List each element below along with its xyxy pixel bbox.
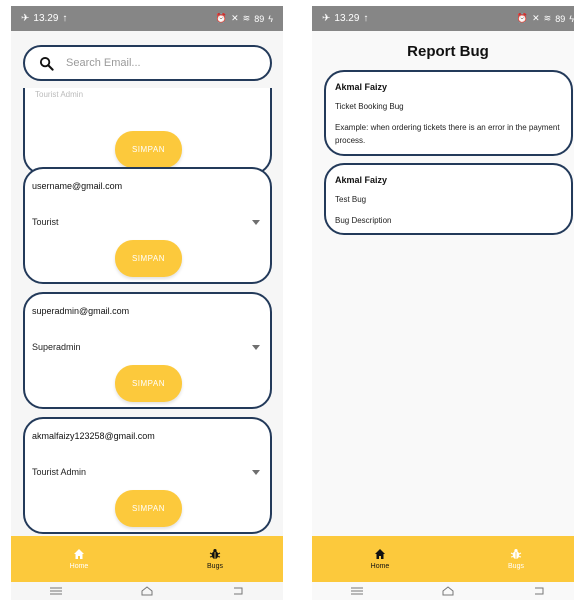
nav-home-label: Home [69,563,89,570]
nav-bugs[interactable]: Bugs [147,536,283,582]
charging-icon: ϟ [569,13,574,24]
system-nav-bar [11,582,283,600]
bugs-screen: ✈ 13.29 ↑ ⏰ ✕ ≋ 89 ϟ Report Bug Akmal Fa… [312,6,574,600]
bug-title: Ticket Booking Bug [335,102,404,111]
airplane-icon: ✈ [322,13,331,24]
signal-icon: ↑ [62,13,68,24]
airplane-icon: ✈ [21,13,30,24]
bug-description: Bug Description [335,216,392,225]
role-dropdown[interactable]: Superadmin [32,342,260,352]
nav-home[interactable]: Home [11,536,147,582]
signal-icon: ↑ [363,13,369,24]
users-screen: ✈ 13.29 ↑ ⏰ ✕ ≋ 89 ϟ Tourist Admin SIMPA… [11,6,283,600]
back-icon[interactable] [231,586,245,596]
role-selected: Tourist Admin [32,467,87,477]
system-home-icon[interactable] [140,586,154,596]
battery-level: 89 [555,13,566,24]
system-home-icon[interactable] [441,586,455,596]
bug-report-card[interactable]: Akmal Faizy Ticket Booking Bug Example: … [324,70,573,156]
user-list[interactable]: Tourist Admin SIMPAN username@gmail.com … [11,88,283,536]
status-time: 13.29 [33,13,59,24]
bottom-nav: Home Bugs [11,536,283,582]
simpan-button[interactable]: SIMPAN [115,240,182,277]
user-email: superadmin@gmail.com [32,306,130,316]
user-card-partial: Tourist Admin SIMPAN [23,88,272,175]
user-card: superadmin@gmail.com Superadmin SIMPAN [23,292,272,409]
home-icon [74,549,84,559]
mute-icon: ✕ [231,13,239,23]
wifi-icon: ≋ [543,13,552,23]
home-icon [375,549,385,559]
alarm-icon: ⏰ [516,13,529,23]
status-bar: ✈ 13.29 ↑ ⏰ ✕ ≋ 89 ϟ [11,6,283,31]
bug-author: Akmal Faizy [335,82,388,92]
simpan-button[interactable]: SIMPAN [115,490,182,527]
status-bar: ✈ 13.29 ↑ ⏰ ✕ ≋ 89 ϟ [312,6,574,31]
menu-icon[interactable] [49,586,63,596]
dropdown-arrow-icon [252,219,260,225]
nav-home-label: Home [370,563,390,570]
role-selected: Tourist [32,217,59,227]
dropdown-arrow-icon [252,344,260,350]
simpan-button[interactable]: SIMPAN [115,365,182,402]
bug-icon [209,549,221,559]
simpan-button[interactable]: SIMPAN [115,131,182,168]
partial-role-text: Tourist Admin [35,90,84,99]
role-dropdown[interactable]: Tourist [32,217,260,227]
bug-title: Test Bug [335,195,367,204]
bug-author: Akmal Faizy [335,175,388,185]
battery-level: 89 [254,13,265,24]
status-time: 13.29 [334,13,360,24]
user-email: username@gmail.com [32,181,123,191]
role-selected: Superadmin [32,342,81,352]
back-icon[interactable] [532,586,546,596]
nav-bugs-label: Bugs [508,563,524,570]
mute-icon: ✕ [532,13,540,23]
bottom-nav: Home Bugs [312,536,574,582]
alarm-icon: ⏰ [215,13,228,23]
user-email: akmalfaizy123258@gmail.com [32,431,155,441]
user-card: akmalfaizy123258@gmail.com Tourist Admin… [23,417,272,534]
nav-home[interactable]: Home [312,536,448,582]
search-icon [39,56,54,71]
menu-icon[interactable] [350,586,364,596]
nav-bugs[interactable]: Bugs [448,536,574,582]
role-dropdown[interactable]: Tourist Admin [32,467,260,477]
bug-icon [510,549,522,559]
nav-bugs-label: Bugs [207,563,223,570]
bug-report-card[interactable]: Akmal Faizy Test Bug Bug Description [324,163,573,235]
search-input[interactable] [66,57,236,69]
wifi-icon: ≋ [242,13,251,23]
bug-description: Example: when ordering tickets there is … [335,123,560,145]
page-title: Report Bug [407,43,489,60]
user-card: username@gmail.com Tourist SIMPAN [23,167,272,284]
charging-icon: ϟ [268,13,273,24]
dropdown-arrow-icon [252,469,260,475]
system-nav-bar [312,582,574,600]
search-bar[interactable] [23,45,272,81]
